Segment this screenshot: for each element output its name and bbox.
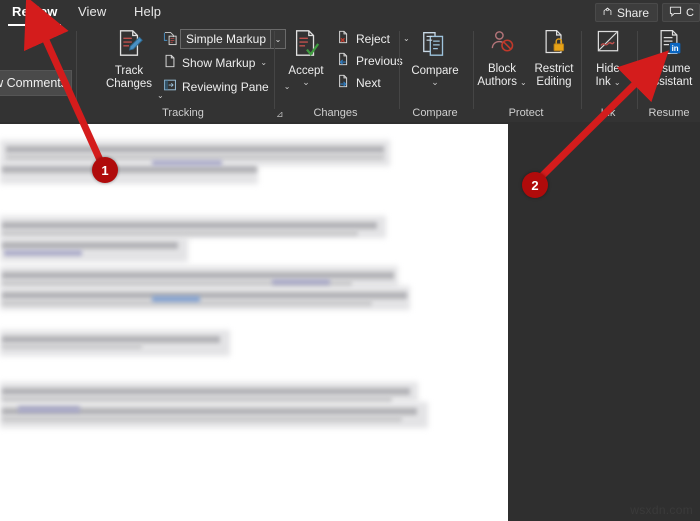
redacted-text-line — [2, 336, 220, 343]
markup-view-icon — [163, 31, 178, 51]
group-protect: Block Authors ⌄ Restrict Editing Protect — [474, 26, 578, 122]
restrict-editing-label-1: Restrict — [534, 63, 574, 75]
tab-view[interactable]: View — [72, 2, 112, 22]
block-authors-button[interactable]: Block Authors ⌄ — [476, 28, 528, 89]
svg-text:in: in — [672, 44, 679, 53]
redacted-text-line — [2, 292, 407, 299]
redacted-text-line — [272, 279, 330, 285]
group-label-tracking: Tracking — [162, 107, 204, 119]
document-area[interactable] — [0, 122, 700, 521]
reject-change-icon — [337, 30, 351, 47]
share-person-icon — [602, 6, 613, 20]
block-authors-icon — [488, 28, 516, 60]
redacted-text-line — [2, 388, 410, 395]
ribbon-groups: ious w Comments Track Changes — [0, 26, 700, 122]
next-change-icon — [337, 74, 351, 91]
next-change-label: Next — [356, 75, 381, 90]
redacted-text-line — [152, 160, 222, 166]
redacted-text-line — [2, 272, 394, 279]
compare-button[interactable]: Compare ⌄ — [406, 28, 464, 87]
redacted-text-line — [4, 250, 82, 256]
accept-change-icon — [291, 28, 321, 62]
redacted-paragraph-block — [0, 330, 230, 356]
reviewing-pane-icon — [163, 78, 177, 95]
track-changes-label-2: Changes — [105, 78, 153, 90]
redacted-text-line — [2, 416, 402, 422]
chevron-down-icon[interactable]: ⌄ — [520, 76, 527, 89]
markup-view-label: Simple Markup — [186, 32, 267, 46]
markup-view-combobox[interactable]: Simple Markup ⌄ — [180, 29, 286, 49]
show-markup-label: Show Markup — [182, 55, 256, 70]
resume-assistant-label-2: Assistant — [645, 76, 693, 88]
redacted-text-line — [2, 242, 178, 249]
comments-button[interactable]: C — [662, 3, 700, 22]
tab-review[interactable]: Review — [6, 2, 63, 26]
accept-chevron-down-icon[interactable]: ⌄ — [302, 78, 310, 87]
group-tracking: Track Changes ⌄ Simple Markup ⌄ Show Mar… — [77, 26, 290, 122]
block-authors-label-2: Authors — [477, 76, 517, 88]
show-markup-button[interactable]: Show Markup ⌄ — [163, 54, 267, 71]
document-page[interactable] — [0, 124, 508, 521]
resume-assistant-label-1: Resume — [647, 63, 691, 75]
share-button[interactable]: Share — [594, 3, 658, 22]
word-window: Review View Help Share C w Comments Trac… — [0, 0, 700, 521]
group-label-changes: Changes — [313, 107, 358, 119]
hide-ink-button[interactable]: Hide Ink ⌄ — [586, 28, 630, 89]
previous-change-button[interactable]: Previous — [337, 52, 403, 69]
hide-ink-label-2: Ink — [595, 76, 611, 88]
group-changes: Accept ⌄ Reject ⌄ Previous Next Changes — [275, 26, 410, 122]
track-changes-label-1: Track — [114, 65, 144, 77]
resume-assistant-linkedin-icon: in — [655, 28, 683, 60]
show-comments-button-cutoff[interactable]: w Comments — [0, 70, 72, 96]
group-label-compare: Compare — [412, 107, 458, 119]
chevron-down-icon[interactable]: ⌄ — [260, 58, 267, 67]
redacted-text-line — [6, 146, 384, 153]
show-markup-icon — [163, 54, 177, 71]
redacted-text-line — [2, 344, 142, 349]
compare-chevron-down-icon[interactable]: ⌄ — [431, 78, 439, 87]
hide-ink-icon — [594, 28, 622, 60]
reject-label: Reject — [356, 31, 391, 46]
site-watermark: wsxdn.com — [630, 503, 693, 517]
ribbon: Review View Help Share C w Comments Trac… — [0, 0, 700, 122]
hide-ink-label-1: Hide — [596, 63, 620, 75]
comment-bubble-icon — [669, 6, 682, 20]
redacted-text-line — [2, 166, 257, 173]
group-ink: Hide Ink ⌄ Ink — [582, 26, 634, 122]
restrict-editing-button[interactable]: Restrict Editing — [530, 28, 578, 89]
redacted-text-line — [2, 396, 392, 402]
restrict-editing-lock-icon — [540, 28, 568, 60]
redacted-text-line — [2, 230, 358, 236]
group-compare: Compare ⌄ Compare — [400, 26, 470, 122]
redacted-text-line — [2, 222, 377, 229]
chevron-down-icon[interactable]: ⌄ — [614, 76, 621, 89]
share-label: Share — [616, 5, 649, 20]
ribbon-tabstrip: Review View Help Share C — [0, 0, 700, 26]
tab-help[interactable]: Help — [128, 2, 167, 22]
track-changes-button[interactable]: Track Changes — [97, 28, 161, 91]
redacted-text-line — [152, 296, 200, 302]
reviewing-pane-button[interactable]: Reviewing Pane ⌄ — [163, 78, 290, 95]
block-authors-label-1: Block — [487, 63, 517, 75]
group-resume: in Resume Assistant Resume — [638, 26, 700, 122]
group-label-resume: Resume — [648, 107, 690, 119]
redacted-paragraph-block — [0, 236, 188, 262]
accept-button[interactable]: Accept ⌄ — [279, 28, 333, 87]
previous-change-label: Previous — [356, 53, 403, 68]
reviewing-pane-label: Reviewing Pane — [182, 79, 269, 94]
next-change-button[interactable]: Next — [337, 74, 381, 91]
group-label-protect: Protect — [508, 107, 544, 119]
track-changes-icon — [114, 28, 144, 62]
resume-assistant-button[interactable]: in Resume Assistant — [639, 28, 699, 89]
restrict-editing-label-2: Editing — [536, 76, 572, 88]
previous-change-icon — [337, 52, 351, 69]
group-label-ink: Ink — [600, 107, 616, 119]
compare-documents-icon — [420, 28, 450, 62]
redacted-text-line — [18, 406, 80, 413]
